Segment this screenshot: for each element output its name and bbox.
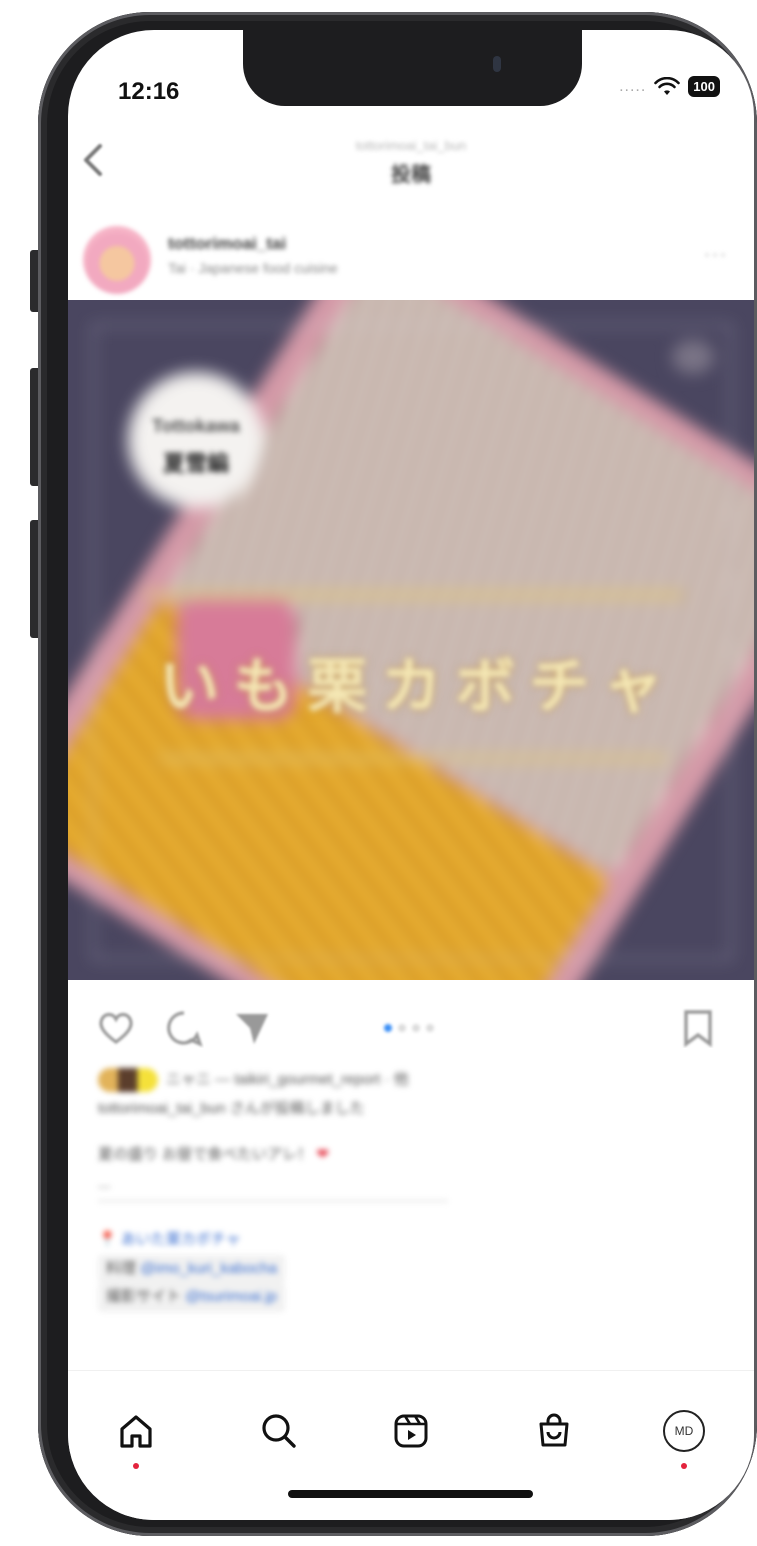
signal-dots: .....	[619, 77, 647, 95]
share-icon[interactable]	[232, 1008, 272, 1048]
nav-search[interactable]	[251, 1403, 307, 1459]
author-subtitle: Tai · Japanese food cuisine	[168, 260, 338, 276]
volume-up-button	[30, 368, 38, 486]
corner-circle-icon	[672, 340, 714, 374]
profile-icon: MD	[663, 1410, 705, 1452]
nav-profile[interactable]: MD	[656, 1403, 712, 1469]
carousel-indicator	[384, 1024, 434, 1032]
search-icon	[262, 1414, 296, 1448]
header-username: tottorimoai_tai_bun	[355, 138, 467, 153]
image-headline: いも栗カボチャ	[159, 653, 677, 720]
avatar[interactable]	[83, 226, 151, 294]
liked-by-line-2: tottorimoai_tai_bun さんが投稿しました	[98, 1099, 365, 1117]
home-icon	[120, 1415, 152, 1448]
nav-shop[interactable]	[526, 1403, 582, 1459]
liked-by-text: ニャニ — taikiri_gourmet_report · 他	[166, 1071, 409, 1088]
status-icons: ..... 100	[619, 76, 720, 97]
credit-handle-1[interactable]: @imo_kuri_kabocha	[140, 1260, 277, 1277]
post-header-bar: tottorimoai_tai_bun 投稿	[68, 126, 754, 202]
author-username[interactable]: tottorimoai_tai	[168, 234, 286, 254]
post-author-row: tottorimoai_tai Tai · Japanese food cuis…	[68, 212, 754, 302]
post-caption: ニャニ — taikiri_gourmet_report · 他 tottori…	[98, 1066, 728, 1312]
badge-subtitle: 夏雪編	[162, 451, 229, 476]
post-image[interactable]: Tottokawa 夏雪編 いも栗カボチャ	[68, 300, 754, 980]
screen: 12:16 ..... 100 tottorimoai_tai_bun 投稿 t…	[68, 30, 754, 1520]
page-title: 投稿	[391, 164, 431, 186]
nav-home[interactable]	[108, 1403, 164, 1469]
location-link[interactable]: あいた栗カボチャ	[121, 1231, 241, 1248]
post-actions	[68, 990, 754, 1060]
status-time: 12:16	[118, 78, 180, 105]
caption-body: 夏の盛り お昼で食べたいアレ！ ❤	[98, 1146, 329, 1163]
wifi-icon	[654, 76, 681, 95]
credit-line-1: 料理 @imo_kuri_kabocha	[98, 1254, 728, 1283]
notch	[243, 30, 582, 106]
caption-body-more[interactable]: ...	[98, 1170, 728, 1199]
brand-badge	[128, 372, 264, 508]
credit-line-2: 撮影サイト @tsurimoai.jp	[98, 1283, 728, 1312]
location-pin-icon: 📍	[98, 1231, 117, 1248]
liker-avatars	[98, 1068, 158, 1093]
volume-down-button	[30, 520, 38, 638]
credit-handle-2[interactable]: @tsurimoai.jp	[185, 1288, 277, 1305]
heart-icon[interactable]	[96, 1008, 136, 1048]
more-options-icon[interactable]: ···	[704, 244, 728, 265]
profile-notification-dot	[681, 1463, 687, 1469]
location-line: 📍 あいた栗カボチャ	[98, 1226, 728, 1255]
bookmark-icon[interactable]	[678, 1008, 718, 1048]
front-camera	[493, 56, 501, 72]
comment-icon[interactable]	[164, 1008, 204, 1048]
battery-indicator: 100	[688, 76, 720, 97]
badge-title: Tottokawa	[152, 416, 240, 436]
home-indicator[interactable]	[288, 1490, 533, 1498]
gold-line-bottom	[158, 756, 668, 761]
gold-line-top	[144, 592, 684, 598]
liked-by-line[interactable]: ニャニ — taikiri_gourmet_report · 他	[98, 1066, 728, 1095]
home-notification-dot	[133, 1463, 139, 1469]
mute-switch	[30, 250, 38, 312]
reels-icon	[394, 1414, 428, 1448]
nav-reels[interactable]	[383, 1403, 439, 1459]
shop-icon	[539, 1413, 569, 1447]
red-heart-icon: ❤	[316, 1146, 329, 1163]
